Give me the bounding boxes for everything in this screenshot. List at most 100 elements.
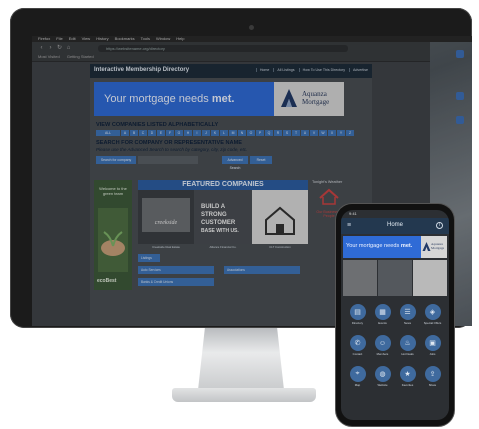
- alpha-letter-button[interactable]: P: [256, 130, 264, 136]
- phone-menu-tile[interactable]: ☰ News: [395, 304, 420, 325]
- phone-menu-tile[interactable]: ◈ Special Offers: [420, 304, 445, 325]
- desktop-folder-icon[interactable]: [456, 50, 464, 58]
- os-menu-item[interactable]: Window: [156, 36, 170, 41]
- bookmark[interactable]: Getting Started: [67, 54, 94, 59]
- desktop-folder-icon[interactable]: [456, 92, 464, 100]
- device-mockup: Firefox File Edit View History Bookmarks Tools…: [0, 0, 479, 429]
- desktop-folder-icon[interactable]: [456, 116, 464, 124]
- phone-menu-tile[interactable]: ♨ Hot Deals: [395, 335, 420, 356]
- phone-menu-tile[interactable]: ▣ Jobs: [420, 335, 445, 356]
- info-icon[interactable]: i: [436, 222, 443, 229]
- os-menu-item[interactable]: Edit: [69, 36, 76, 41]
- os-menu-item[interactable]: Bookmarks: [115, 36, 135, 41]
- category-button[interactable]: Associations: [224, 266, 300, 274]
- search-input[interactable]: [138, 156, 198, 164]
- nav-home[interactable]: Home: [255, 68, 270, 72]
- bookmark[interactable]: Most Visited: [38, 54, 60, 59]
- os-menu-item[interactable]: File: [56, 36, 62, 41]
- tile-label: Jobs: [429, 352, 436, 356]
- alpha-letter-button[interactable]: C: [139, 130, 147, 136]
- featured-company-image[interactable]: [343, 260, 377, 296]
- phone-mortgage-ad[interactable]: Your mortgage needs met. Aquanza Mortgage: [343, 236, 447, 258]
- back-icon[interactable]: ‹: [38, 45, 45, 52]
- alpha-letter-button[interactable]: K: [211, 130, 219, 136]
- featured-caption[interactable]: Creekside Real Estate: [138, 245, 194, 249]
- phone-menu-tile[interactable]: ☺ Members: [370, 335, 395, 356]
- nav-advertise[interactable]: Advertise: [349, 68, 368, 72]
- alpha-letter-button[interactable]: U: [301, 130, 309, 136]
- alpha-letter-button[interactable]: Y: [337, 130, 345, 136]
- home-icon[interactable]: ⌂: [65, 45, 72, 52]
- alpha-letter-button[interactable]: F: [166, 130, 174, 136]
- alpha-letter-button[interactable]: O: [247, 130, 255, 136]
- listings-button[interactable]: Listings: [138, 254, 160, 262]
- phone-menu-tile[interactable]: ▤ Directory: [345, 304, 370, 325]
- alpha-letter-button[interactable]: Q: [265, 130, 273, 136]
- nav-how-to[interactable]: How To Use This Directory: [298, 68, 346, 72]
- advanced-search-button[interactable]: Advanced Search: [222, 156, 248, 170]
- alpha-letter-button[interactable]: N: [238, 130, 246, 136]
- featured-heading: FEATURED COMPANIES: [138, 180, 308, 190]
- svg-text:CUSTOMER: CUSTOMER: [201, 220, 236, 226]
- alpha-letter-button[interactable]: L: [220, 130, 228, 136]
- alpha-letter-button[interactable]: J: [202, 130, 210, 136]
- phone-menu-tile[interactable]: ✆ Contact: [345, 335, 370, 356]
- os-menu-item[interactable]: History: [96, 36, 108, 41]
- alpha-letter-button[interactable]: S: [283, 130, 291, 136]
- forward-icon[interactable]: ›: [47, 45, 54, 52]
- svg-text:BASE WITH US.: BASE WITH US.: [201, 228, 239, 234]
- alpha-letter-button[interactable]: R: [274, 130, 282, 136]
- people-icon: ☺: [374, 335, 391, 351]
- alpha-letter-button[interactable]: G: [175, 130, 183, 136]
- nav-all-listings[interactable]: All Listings: [273, 68, 295, 72]
- category-button[interactable]: Auto Services: [138, 266, 214, 274]
- alpha-letter-button[interactable]: W: [319, 130, 327, 136]
- phone-menu-tile[interactable]: ★ Favorites: [395, 366, 420, 387]
- tile-label: Members: [376, 352, 389, 356]
- os-menu-item[interactable]: View: [82, 36, 91, 41]
- reload-icon[interactable]: ↻: [56, 45, 63, 52]
- featured-company-image[interactable]: [413, 260, 447, 296]
- ad-text: Your mortgage needs met.: [104, 93, 235, 105]
- phone-menu-tile[interactable]: ⌖ Map: [345, 366, 370, 387]
- monitor-stand-base: [172, 388, 316, 402]
- alpha-letter-button[interactable]: T: [292, 130, 300, 136]
- featured-company-image[interactable]: [252, 190, 308, 244]
- tag-icon: ◈: [424, 304, 441, 320]
- featured-caption[interactable]: Alliance Financial Co.: [195, 245, 251, 249]
- side-ad-ecobest[interactable]: Welcome to the green team ecoBest: [94, 180, 132, 290]
- mortgage-ad-banner[interactable]: Your mortgage needs met. Aquanza Mortgage: [94, 82, 344, 116]
- alpha-letter-button[interactable]: I: [193, 130, 201, 136]
- url-bar[interactable]: https://websitename.org/directory: [98, 45, 348, 52]
- alpha-letter-button[interactable]: A: [121, 130, 129, 136]
- reset-button[interactable]: Reset: [250, 156, 272, 164]
- tile-label: Share: [428, 383, 437, 387]
- phone-menu-tile[interactable]: ◍ Website: [370, 366, 395, 387]
- globe-icon: ◍: [374, 366, 391, 382]
- alpha-letter-button[interactable]: M: [229, 130, 237, 136]
- search-company-button[interactable]: Search for company: [96, 156, 136, 164]
- alpha-letter-button[interactable]: V: [310, 130, 318, 136]
- os-menu-item[interactable]: Help: [176, 36, 184, 41]
- featured-company-image[interactable]: [378, 260, 412, 296]
- featured-company-image[interactable]: creekside: [138, 190, 194, 244]
- news-icon: ☰: [399, 304, 416, 320]
- os-menu-item[interactable]: Firefox: [38, 36, 50, 41]
- alpha-letter-button[interactable]: B: [130, 130, 138, 136]
- alpha-all-button[interactable]: ALL: [96, 130, 120, 136]
- phone-menu-tile[interactable]: ⇪ Share: [420, 366, 445, 387]
- alpha-letter-button[interactable]: X: [328, 130, 336, 136]
- phone-screen: 9:41 ≡ Home i Your mortgage needs met. A…: [341, 210, 449, 420]
- site-title: Interactive Membership Directory: [94, 67, 190, 73]
- featured-caption[interactable]: CLT Construction: [252, 245, 308, 249]
- monitor-stand-neck: [198, 328, 284, 390]
- alpha-letter-button[interactable]: E: [157, 130, 165, 136]
- phone-menu-tile[interactable]: ▦ Events: [370, 304, 395, 325]
- category-button[interactable]: Banks & Credit Unions: [138, 278, 214, 286]
- os-menu-item[interactable]: Tools: [141, 36, 150, 41]
- featured-company-image[interactable]: BUILD A STRONG CUSTOMER BASE WITH US.: [195, 190, 251, 244]
- alpha-letter-button[interactable]: H: [184, 130, 192, 136]
- alpha-letter-button[interactable]: Z: [346, 130, 354, 136]
- alpha-letter-button[interactable]: D: [148, 130, 156, 136]
- aquanza-logo-icon: [281, 89, 297, 107]
